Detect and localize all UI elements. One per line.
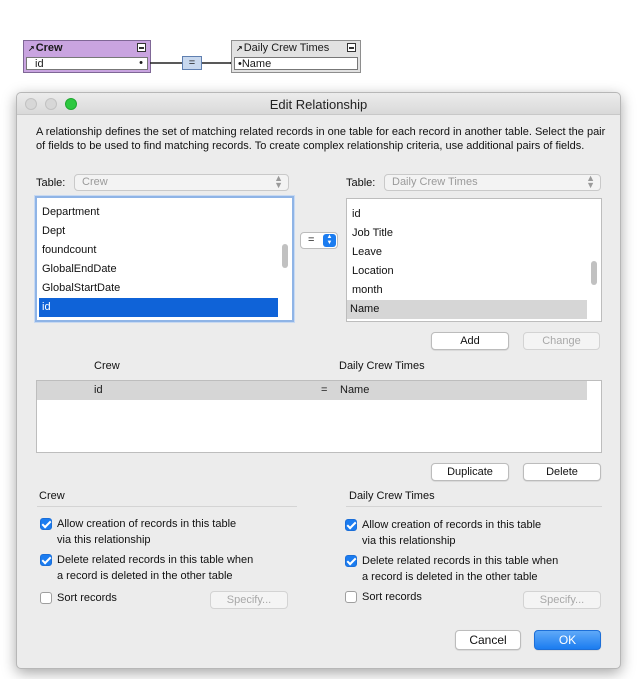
criteria-header-right: Daily Crew Times [339, 360, 425, 372]
sort-records-checkbox-right[interactable] [345, 591, 357, 603]
operator-chevron-icon: ▲ ▼ [323, 234, 336, 247]
table-occurrence-crew-header: ↗Crew [24, 41, 150, 55]
link-arrow-icon: ↗ [236, 44, 243, 53]
right-field-label: Leave [352, 246, 382, 258]
delete-related-line1: Delete related records in this table whe… [362, 555, 559, 567]
right-field-item-selected[interactable]: Name [347, 300, 587, 319]
specify-button-right[interactable]: Specify... [523, 591, 601, 609]
right-table-value: Daily Crew Times [392, 176, 478, 188]
allow-creation-label-right: Allow creation of records in this table … [362, 517, 602, 549]
dialog-description: A relationship defines the set of matchi… [36, 126, 606, 152]
dct-field-name: Name [241, 58, 272, 70]
collapse-icon[interactable] [347, 43, 356, 52]
key-dot-icon: • [139, 57, 143, 69]
sort-records-checkbox-left[interactable] [40, 592, 52, 604]
left-field-list[interactable]: Department Dept foundcount GlobalEndDate… [35, 196, 294, 322]
right-field-item[interactable]: Job Title [349, 224, 587, 243]
options-divider-right [346, 506, 602, 507]
change-button[interactable]: Change [523, 332, 600, 350]
left-field-item[interactable]: Dept [39, 222, 278, 241]
operator-popup[interactable]: = ▲ ▼ [300, 232, 338, 249]
left-table-popup[interactable]: Crew ▲ ▼ [74, 174, 289, 191]
delete-related-line2: a record is deleted in the other table [362, 571, 538, 583]
sort-records-label-left: Sort records [57, 592, 117, 604]
left-field-label: GlobalEndDate [42, 263, 117, 275]
right-field-label: Location [352, 265, 394, 277]
options-header-right: Daily Crew Times [349, 490, 435, 502]
cancel-button[interactable]: Cancel [455, 630, 521, 650]
left-field-label: Department [42, 206, 100, 218]
criteria-row-left: id [94, 384, 103, 396]
left-field-label: id [42, 301, 51, 313]
right-list-scrollbar[interactable] [591, 261, 597, 285]
delete-related-label-right: Delete related records in this table whe… [362, 553, 602, 585]
allow-creation-line2: via this relationship [57, 534, 151, 546]
allow-creation-line2: via this relationship [362, 535, 456, 547]
criteria-list[interactable]: id = Name [36, 380, 602, 453]
table-occurrence-crew[interactable]: ↗Crew id • [23, 40, 151, 73]
updown-chevron-icon: ▲ ▼ [586, 173, 595, 190]
delete-related-checkbox-left[interactable] [40, 554, 52, 566]
delete-button[interactable]: Delete [523, 463, 601, 481]
collapse-icon[interactable] [137, 43, 146, 52]
sort-records-label-right: Sort records [362, 591, 422, 603]
title-bar: Edit Relationship [17, 93, 620, 115]
table-occurrence-dct-header: ↗Daily Crew Times [232, 41, 360, 55]
left-table-value: Crew [82, 176, 108, 188]
dialog-title: Edit Relationship [269, 97, 368, 112]
allow-creation-checkbox-left[interactable] [40, 518, 52, 530]
options-header-left: Crew [39, 490, 65, 502]
options-divider-left [37, 506, 297, 507]
left-field-item[interactable]: Department [39, 203, 278, 222]
right-field-label: Name [350, 303, 380, 315]
delete-related-line2: a record is deleted in the other table [57, 570, 233, 582]
table-occurrence-daily-crew-times[interactable]: ↗Daily Crew Times •Name [231, 40, 361, 73]
delete-related-line1: Delete related records in this table whe… [57, 554, 254, 566]
criteria-row-op: = [321, 384, 328, 396]
left-field-label: foundcount [42, 244, 97, 256]
right-field-label: month [352, 284, 383, 296]
right-field-label: Job Title [352, 227, 393, 239]
table-occurrence-crew-name: Crew [35, 42, 63, 54]
edit-relationship-dialog: Edit Relationship A relationship defines… [16, 92, 621, 669]
right-field-label: id [352, 208, 361, 220]
right-table-popup[interactable]: Daily Crew Times ▲ ▼ [384, 174, 601, 191]
right-field-list[interactable]: id Job Title Leave Location month Name [346, 198, 602, 322]
allow-creation-label-left: Allow creation of records in this table … [57, 516, 287, 548]
left-field-item-selected[interactable]: id [39, 298, 278, 317]
relationship-operator: = [188, 57, 196, 69]
updown-chevron-icon: ▲ ▼ [274, 173, 283, 190]
allow-creation-line1: Allow creation of records in this table [362, 519, 542, 531]
left-list-scrollbar[interactable] [282, 244, 288, 268]
criteria-header-left: Crew [94, 360, 120, 372]
table-occurrence-crew-field[interactable]: id • [26, 57, 148, 70]
criteria-row-right: Name [340, 384, 370, 396]
ok-button[interactable]: OK [534, 630, 601, 650]
right-field-item[interactable]: Leave [349, 243, 587, 262]
right-field-item[interactable]: id [349, 205, 587, 224]
link-arrow-icon: ↗ [28, 44, 35, 53]
duplicate-button[interactable]: Duplicate [431, 463, 509, 481]
table-occurrence-dct-name: Daily Crew Times [243, 42, 330, 54]
relationship-operator-icon[interactable]: = [182, 56, 202, 70]
delete-related-checkbox-right[interactable] [345, 555, 357, 567]
left-field-label: Dept [42, 225, 66, 237]
allow-creation-line1: Allow creation of records in this table [57, 518, 237, 530]
delete-related-label-left: Delete related records in this table whe… [57, 552, 297, 584]
right-field-item[interactable]: Location [349, 262, 587, 281]
add-button[interactable]: Add [431, 332, 509, 350]
left-field-item[interactable]: GlobalStartDate [39, 279, 278, 298]
criteria-row-selected[interactable]: id = Name [37, 381, 587, 400]
table-occurrence-dct-field[interactable]: •Name [234, 57, 358, 70]
operator-value: = [308, 234, 315, 246]
allow-creation-checkbox-right[interactable] [345, 519, 357, 531]
left-field-label: GlobalStartDate [42, 282, 121, 294]
right-field-item[interactable]: month [349, 281, 587, 300]
left-field-item[interactable]: GlobalEndDate [39, 260, 278, 279]
crew-field-id: id [35, 58, 44, 70]
left-field-item[interactable]: foundcount [39, 241, 278, 260]
left-table-label: Table: [36, 177, 66, 189]
right-table-label: Table: [346, 177, 376, 189]
specify-button-left[interactable]: Specify... [210, 591, 288, 609]
